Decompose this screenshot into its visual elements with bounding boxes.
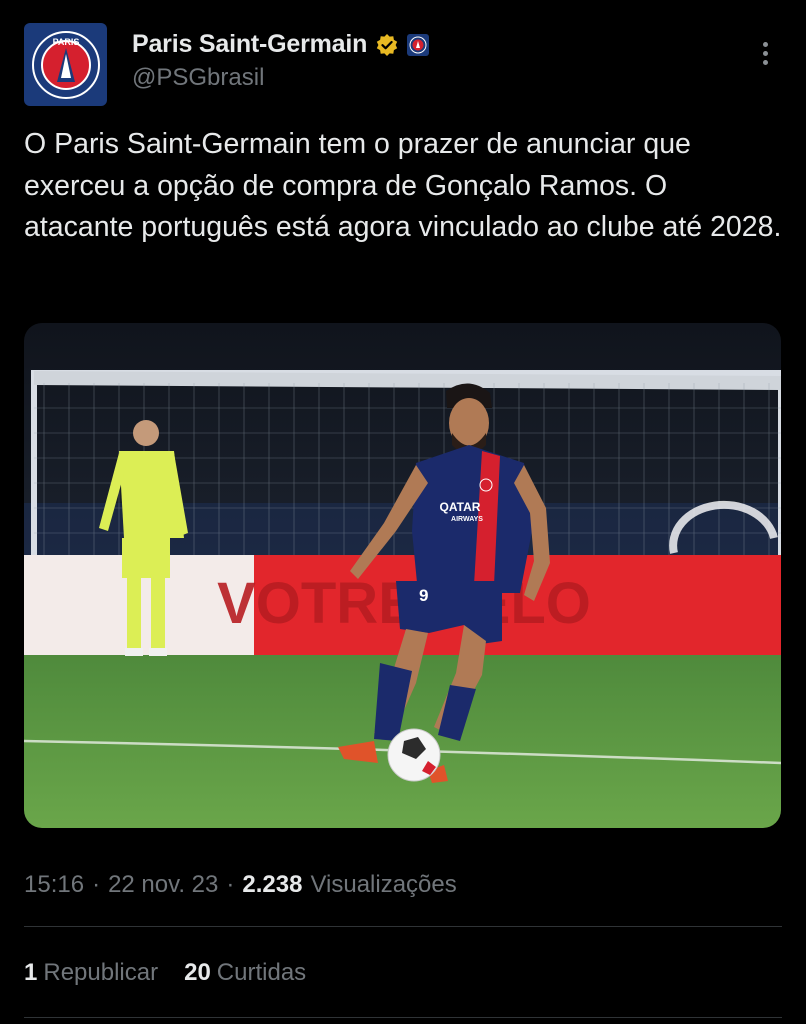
affiliate-badge-icon[interactable]	[407, 33, 430, 56]
jersey-sponsor: QATAR	[440, 500, 481, 514]
psg-logo-icon: PARIS	[31, 30, 100, 99]
likes-label: Curtidas	[216, 959, 307, 986]
meta-separator: ·	[226, 871, 235, 898]
divider	[24, 926, 782, 927]
reposts-label: Republicar	[43, 959, 159, 986]
meta-separator: ·	[92, 871, 101, 898]
tweet-text: O Paris Saint-Germain tem o prazer de an…	[24, 128, 782, 243]
verified-badge-icon	[376, 33, 398, 56]
tweet-meta: 15:16 · 22 nov. 23 · 2.238 Visualizações	[24, 871, 457, 899]
engagement-stats: 1 Republicar 20 Curtidas	[24, 959, 306, 987]
profile-avatar[interactable]: PARIS	[24, 23, 107, 106]
football	[387, 728, 441, 782]
tweet-date[interactable]: 22 nov. 23	[108, 871, 218, 899]
tweet-time[interactable]: 15:16	[24, 871, 84, 899]
avatar-text: PARIS	[52, 37, 79, 47]
views-count: 2.238	[242, 871, 303, 898]
more-options-icon[interactable]	[753, 38, 777, 74]
likes-stat[interactable]: 20 Curtidas	[184, 959, 306, 987]
tweet-photo[interactable]: VOTRE VÉLO QATAR AIRWAYS 9	[24, 323, 781, 828]
account-name-row: Paris Saint-Germain	[132, 30, 430, 59]
account-handle[interactable]: @PSGbrasil	[132, 64, 264, 92]
jersey-sponsor-sub: AIRWAYS	[451, 516, 483, 523]
likes-count: 20	[184, 959, 211, 986]
views-label: Visualizações	[310, 871, 457, 898]
divider	[24, 1017, 782, 1018]
reposts-stat[interactable]: 1 Republicar	[24, 959, 158, 987]
account-display-name[interactable]: Paris Saint-Germain	[132, 30, 367, 59]
jersey-number: 9	[419, 586, 428, 605]
reposts-count: 1	[24, 959, 38, 986]
